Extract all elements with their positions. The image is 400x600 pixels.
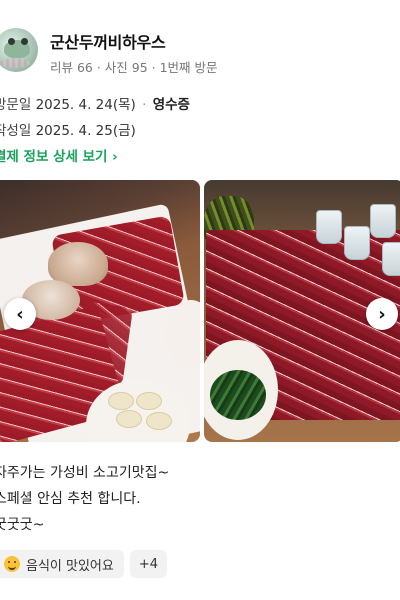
- written-date-row: 작성일 2025. 4. 25(금): [0, 119, 136, 139]
- avatar-decoration: [0, 58, 30, 68]
- visit-date-row: 방문일 2025. 4. 24(목) · 영수증: [0, 93, 190, 113]
- visit-date: 2025. 4. 24(목): [35, 97, 136, 113]
- tag-tasty-food[interactable]: 음식이 맛있어요: [0, 550, 124, 578]
- store-name[interactable]: 군산두꺼비하우스: [50, 29, 166, 53]
- reviewer-header: 군산두꺼비하우스 리뷰 66 · 사진 95 · 1번째 방문: [0, 28, 400, 78]
- garlic: [136, 392, 162, 410]
- tag-more-label: +4: [138, 556, 159, 572]
- glass: [370, 204, 396, 238]
- written-date: 2025. 4. 25(금): [35, 123, 136, 139]
- visit-separator: ·: [142, 97, 147, 113]
- payment-detail-label: 결제 정보 상세 보기: [0, 149, 108, 165]
- seasoned-greens: [210, 370, 266, 420]
- review-text: 자주가는 가성비 소고기맛집~ 스페셜 안심 추천 합니다. 굿굿굿~: [0, 460, 169, 538]
- written-label: 작성일: [0, 123, 32, 139]
- tag-label: 음식이 맛있어요: [26, 558, 114, 574]
- garlic: [146, 412, 172, 430]
- chevron-left-icon: ‹: [16, 303, 24, 325]
- chevron-right-icon: ›: [378, 303, 386, 325]
- payment-detail-link[interactable]: 결제 정보 상세 보기 ›: [0, 145, 118, 165]
- glass: [382, 242, 400, 276]
- review-line: 스페셜 안심 추천 합니다.: [0, 491, 141, 507]
- store-meta: 리뷰 66 · 사진 95 · 1번째 방문: [50, 60, 218, 75]
- tag-more-button[interactable]: +4: [129, 550, 168, 578]
- avatar-eye: [21, 38, 28, 45]
- receipt-badge: 영수증: [152, 97, 190, 113]
- keyword-tags: 음식이 맛있어요 +4: [0, 550, 168, 578]
- visit-label: 방문일: [0, 97, 32, 113]
- chevron-right-icon: ›: [112, 149, 118, 165]
- carousel-prev-button[interactable]: ‹: [4, 298, 36, 330]
- review-line: 굿굿굿~: [0, 517, 45, 533]
- garlic: [116, 410, 142, 428]
- carousel-next-button[interactable]: ›: [366, 298, 398, 330]
- smile-emoji-icon: [4, 556, 20, 572]
- photo-carousel[interactable]: ‹ ›: [0, 180, 400, 442]
- glass: [316, 210, 342, 244]
- review-line: 자주가는 가성비 소고기맛집~: [0, 465, 170, 481]
- store-avatar[interactable]: [0, 28, 38, 72]
- glass: [344, 226, 370, 260]
- avatar-eye: [8, 38, 15, 45]
- mushroom: [48, 242, 108, 286]
- garlic: [108, 392, 134, 410]
